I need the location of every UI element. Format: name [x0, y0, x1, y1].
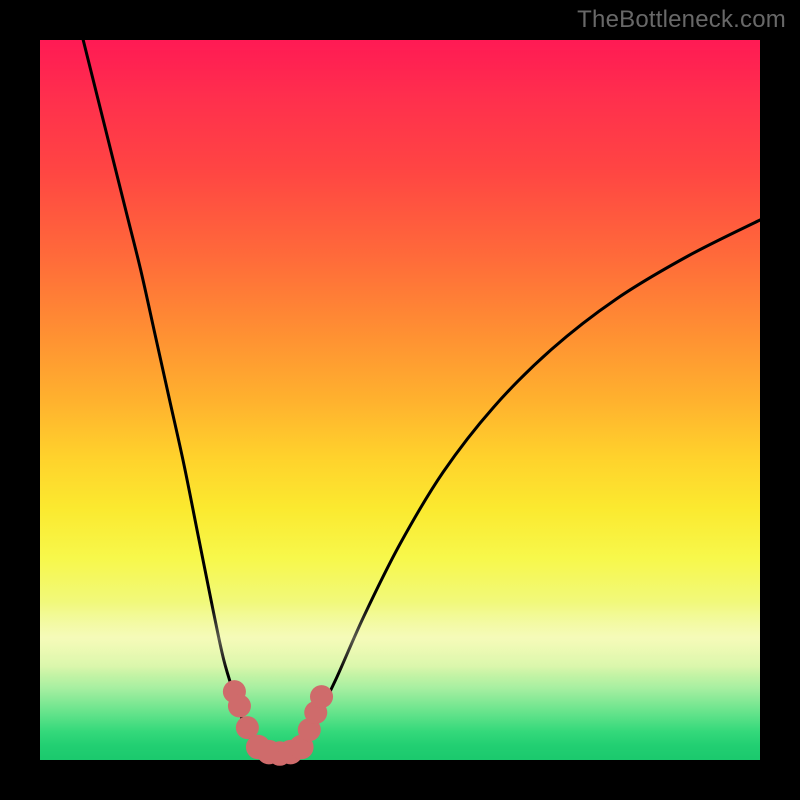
curve-left-branch [83, 40, 256, 749]
plot-area [40, 40, 760, 760]
curve-right-branch [299, 220, 760, 749]
data-marker [228, 694, 251, 717]
outer-frame: TheBottleneck.com [0, 0, 800, 800]
chart-svg [40, 40, 760, 760]
curve-layer [83, 40, 760, 756]
watermark-text: TheBottleneck.com [577, 6, 786, 34]
marker-layer [223, 680, 333, 766]
data-marker [310, 685, 333, 708]
